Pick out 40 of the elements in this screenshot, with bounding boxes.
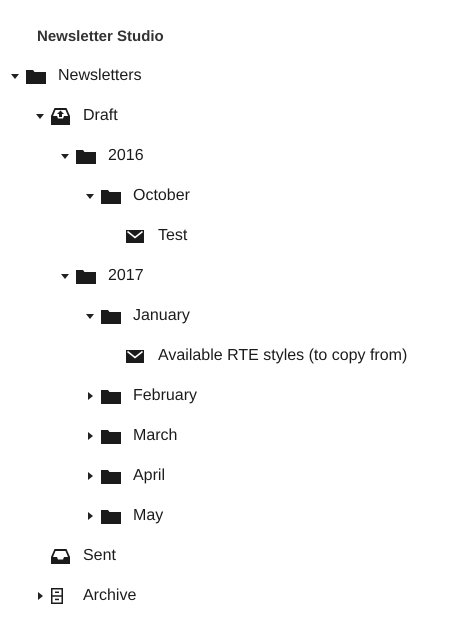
caret-down-icon[interactable] xyxy=(86,192,94,200)
tree-item[interactable]: March xyxy=(133,427,178,445)
tray-upload-icon xyxy=(51,108,70,124)
tree-item[interactable]: 2017 xyxy=(108,267,144,285)
folder-icon xyxy=(76,148,96,164)
tree-item[interactable]: April xyxy=(133,467,166,485)
filing-cabinet-icon xyxy=(51,588,63,604)
tree-item[interactable]: Available RTE styles (to copy from) xyxy=(158,347,408,365)
folder-icon xyxy=(76,268,96,284)
folder-icon xyxy=(101,468,121,484)
caret-down-icon[interactable] xyxy=(61,272,69,280)
app-title: Newsletter Studio xyxy=(36,27,165,47)
envelope-icon xyxy=(126,350,144,362)
caret-right-icon[interactable] xyxy=(36,592,44,600)
caret-down-icon[interactable] xyxy=(36,112,44,120)
caret-down-icon[interactable] xyxy=(11,72,19,80)
folder-icon xyxy=(101,388,121,404)
folder-icon xyxy=(101,188,121,204)
tree-item[interactable]: Archive xyxy=(83,587,136,605)
caret-down-icon[interactable] xyxy=(86,312,94,320)
folder-icon xyxy=(101,428,121,444)
folder-icon xyxy=(101,508,121,524)
tree-item[interactable]: Newsletters xyxy=(58,67,142,85)
caret-right-icon[interactable] xyxy=(86,432,94,440)
caret-right-icon[interactable] xyxy=(86,512,94,520)
inbox-tray-icon xyxy=(51,548,70,564)
folder-icon xyxy=(101,308,121,324)
caret-down-icon[interactable] xyxy=(61,152,69,160)
tree-item[interactable]: Test xyxy=(158,227,188,245)
caret-right-icon[interactable] xyxy=(86,472,94,480)
tree-item[interactable]: October xyxy=(133,187,190,205)
tree-item[interactable]: Draft xyxy=(83,107,118,125)
tree-item[interactable]: 2016 xyxy=(108,147,144,165)
tree-item[interactable]: May xyxy=(133,507,164,525)
envelope-icon xyxy=(126,230,144,242)
tree-item[interactable]: February xyxy=(133,387,198,405)
folder-icon xyxy=(26,68,46,84)
tree-item[interactable]: January xyxy=(133,307,190,325)
tree-item[interactable]: Sent xyxy=(83,547,116,565)
caret-right-icon[interactable] xyxy=(86,392,94,400)
